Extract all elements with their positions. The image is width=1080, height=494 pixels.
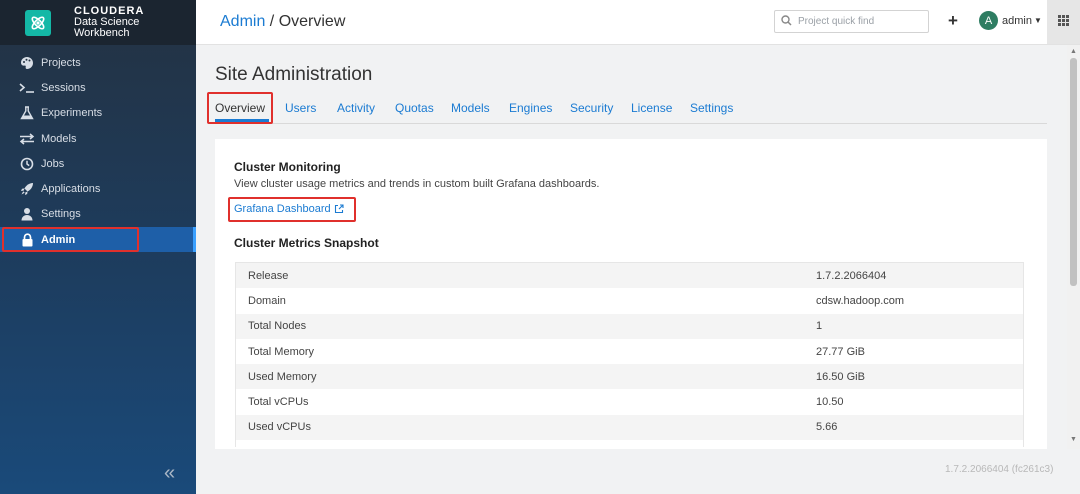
sidebar: CLOUDERA Data Science Workbench Projects…	[0, 0, 196, 494]
table-row: Domain cdsw.hadoop.com	[236, 288, 1023, 313]
grafana-link-highlight-box	[228, 197, 356, 222]
brand[interactable]: CLOUDERA Data Science Workbench	[0, 0, 196, 45]
cloudera-logo-icon	[25, 9, 51, 36]
tab-activity[interactable]: Activity	[337, 101, 375, 115]
tab-quotas[interactable]: Quotas	[395, 101, 434, 115]
tab-engines[interactable]: Engines	[509, 101, 552, 115]
tab-license[interactable]: License	[631, 101, 672, 115]
metric-value: 10.50	[816, 396, 844, 409]
admin-highlight-box	[2, 227, 139, 252]
brand-product-line2: Workbench	[74, 27, 130, 39]
breadcrumb-separator: /	[265, 13, 279, 30]
table-row: Release 1.7.2.2066404	[236, 263, 1023, 289]
chevron-down-icon: ▼	[1033, 16, 1042, 25]
metric-key: Used Memory	[248, 370, 317, 383]
scrollbar-thumb[interactable]	[1070, 58, 1077, 286]
sidebar-item-label: Projects	[41, 56, 81, 69]
metric-key: Used vCPUs	[248, 421, 311, 434]
metric-value: 5.66	[816, 421, 838, 434]
metric-key: Total Nodes	[248, 320, 307, 333]
collapse-sidebar-icon[interactable]: «	[164, 462, 175, 485]
tab-settings[interactable]: Settings	[690, 101, 733, 115]
table-row: Used vCPUs 5.66	[236, 414, 1023, 441]
table-row: Total Memory 27.77 GiB	[236, 339, 1023, 364]
user-icon	[19, 206, 35, 222]
breadcrumb-admin-link[interactable]: Admin	[220, 13, 265, 30]
terminal-icon	[19, 80, 35, 96]
metric-key: Total vCPUs	[248, 396, 309, 409]
search-placeholder: Project quick find	[798, 16, 875, 27]
sidebar-item-label: Jobs	[41, 157, 65, 170]
cluster-metrics-table: Release 1.7.2.2066404 Domain cdsw.hadoop.c…	[235, 262, 1024, 447]
sidebar-item-applications[interactable]: Applications	[0, 176, 196, 201]
exchange-icon	[19, 131, 35, 147]
breadcrumb: Admin / Overview	[220, 13, 345, 31]
page-scrollbar[interactable]: ▲ ▼	[1067, 45, 1080, 449]
flask-icon	[19, 105, 35, 121]
clock-icon	[19, 156, 35, 172]
scroll-down-icon[interactable]: ▼	[1070, 436, 1077, 443]
username: admin	[1002, 14, 1032, 27]
metric-key: Release	[248, 269, 289, 282]
sidebar-item-sessions[interactable]: Sessions	[0, 75, 196, 100]
metric-value: 1.7.2.2066404	[816, 269, 887, 282]
add-new-button[interactable]: +	[948, 11, 958, 31]
sidebar-item-label: Models	[41, 132, 77, 145]
rocket-icon	[19, 181, 35, 197]
cluster-monitoring-description: View cluster usage metrics and trends in…	[234, 178, 600, 190]
tab-users[interactable]: Users	[285, 101, 316, 115]
sidebar-item-label: Experiments	[41, 107, 103, 120]
user-menu[interactable]: A admin ▼	[979, 11, 1042, 30]
metric-key: Total Memory	[248, 345, 315, 358]
brand-text: CLOUDERA Data Science Workbench	[74, 6, 144, 39]
sidebar-item-jobs[interactable]: Jobs	[0, 151, 196, 176]
palette-icon	[19, 55, 35, 71]
project-quick-find-input[interactable]: Project quick find	[774, 10, 929, 33]
scroll-up-icon[interactable]: ▲	[1070, 48, 1077, 55]
apps-grid-button[interactable]	[1047, 0, 1080, 44]
metric-value: 1	[816, 320, 823, 333]
sidebar-item-label: Applications	[41, 183, 101, 196]
page-title: Site Administration	[215, 64, 373, 85]
sidebar-item-models[interactable]: Models	[0, 126, 196, 151]
avatar: A	[979, 11, 998, 30]
overview-tab-highlight-box	[207, 92, 273, 124]
sidebar-nav: Projects Sessions Experiments Models Job…	[0, 50, 196, 253]
breadcrumb-current: Overview	[278, 13, 346, 30]
cluster-metrics-snapshot-heading: Cluster Metrics Snapshot	[234, 236, 379, 250]
table-row: Total vCPUs 10.50	[236, 389, 1023, 414]
sidebar-item-experiments[interactable]: Experiments	[0, 101, 196, 126]
search-icon	[781, 13, 792, 31]
top-header: Admin / Overview Project quick find + A …	[196, 0, 1080, 45]
table-row: Used Memory 16.50 GiB	[236, 364, 1023, 390]
version-footer: 1.7.2.2066404 (fc261c3)	[945, 464, 1054, 475]
tab-security[interactable]: Security	[570, 101, 613, 115]
sidebar-item-projects[interactable]: Projects	[0, 50, 196, 75]
sidebar-item-label: Settings	[41, 208, 81, 221]
tab-models[interactable]: Models	[451, 101, 490, 115]
metric-key: Domain	[248, 294, 286, 307]
sidebar-item-label: Sessions	[41, 81, 86, 94]
metric-value: 27.77 GiB	[816, 345, 865, 358]
table-row	[236, 440, 1023, 447]
table-row: Total Nodes 1	[236, 313, 1023, 339]
admin-tabs: Overview Users Activity Quotas Models En…	[215, 99, 1047, 124]
cluster-monitoring-heading: Cluster Monitoring	[234, 160, 341, 174]
metric-value: 16.50 GiB	[816, 370, 865, 383]
metric-value: cdsw.hadoop.com	[816, 294, 905, 307]
sidebar-item-settings[interactable]: Settings	[0, 202, 196, 227]
grid-icon	[1058, 13, 1069, 31]
